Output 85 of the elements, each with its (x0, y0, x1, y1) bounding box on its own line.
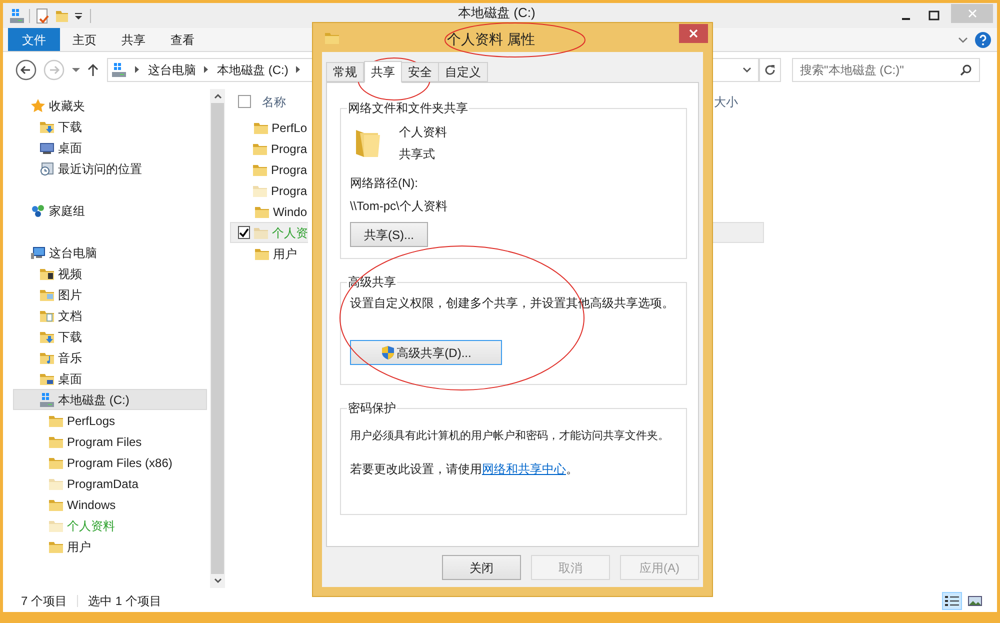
network-center-link[interactable]: 网络和共享中心 (482, 462, 566, 476)
tab[interactable]: 共享 (364, 61, 402, 83)
tab[interactable]: 自定义 (438, 62, 488, 82)
breadcrumb-item[interactable]: 本地磁盘 (C:) (217, 60, 288, 78)
drive-icon (9, 8, 25, 24)
dialog-button[interactable]: 关闭 (442, 555, 521, 580)
star-icon (30, 98, 46, 114)
close-button[interactable] (679, 24, 708, 43)
file-row[interactable]: Progra (230, 138, 308, 159)
nav-item[interactable]: 文档 (13, 305, 207, 326)
field-label: 网络路径(N): (350, 175, 419, 192)
drive-icon (39, 392, 55, 408)
column-header[interactable]: 名称 (262, 92, 286, 110)
nav-item[interactable]: 下载 (13, 326, 207, 347)
shield-icon (380, 345, 395, 360)
refresh-icon (764, 64, 776, 76)
tab[interactable]: 安全 (401, 62, 439, 82)
advanced-sharing-button[interactable]: 高级共享(D)... (350, 340, 502, 365)
dropdown-icon[interactable] (74, 12, 83, 20)
recent-places-icon (39, 160, 55, 176)
scroll-up-icon[interactable] (214, 93, 222, 99)
nav-item[interactable]: ProgramData (13, 473, 207, 494)
nav-item[interactable]: Program Files (x86) (13, 452, 207, 473)
dropdown-icon[interactable] (742, 66, 752, 74)
nav-item[interactable]: Program Files (13, 431, 207, 452)
nav-item[interactable]: 图片 (13, 284, 207, 305)
file-row[interactable]: 用户 (230, 243, 308, 264)
search-field[interactable]: 搜索"本地磁盘 (C:)" (792, 58, 980, 82)
nav-item[interactable]: 下载 (13, 116, 207, 137)
refresh-button[interactable] (759, 58, 781, 82)
network-path: \\Tom-pc\个人资料 (350, 198, 448, 215)
back-icon[interactable] (15, 58, 37, 80)
share-button[interactable]: 共享(S)... (350, 222, 428, 247)
checkbox[interactable] (238, 95, 251, 108)
file-row[interactable]: Windo (230, 201, 308, 222)
nav-item[interactable]: 桌面 (13, 137, 207, 158)
thumbnail-view-icon (968, 595, 982, 607)
folder-name: 个人资料 (399, 124, 447, 141)
nav-item[interactable]: 家庭组 (13, 200, 207, 221)
breadcrumb-arrow-icon[interactable] (296, 66, 302, 73)
file-row[interactable]: PerfLo (230, 117, 308, 138)
nav-item[interactable]: 收藏夹 (13, 95, 207, 116)
breadcrumb-arrow-icon[interactable] (135, 66, 140, 73)
computer-icon (30, 244, 46, 260)
nav-item[interactable]: 本地磁盘 (C:) (13, 389, 207, 410)
ribbon-tab[interactable]: 共享 (109, 28, 158, 51)
status-text: 选中 1 个项目 (88, 593, 162, 610)
close-icon (689, 29, 698, 38)
group-label: 网络文件和文件夹共享 (347, 100, 469, 117)
details-view-icon (945, 595, 959, 607)
nav-item[interactable]: 这台电脑 (13, 242, 207, 263)
search-icon[interactable] (960, 64, 972, 76)
ribbon-tab[interactable]: 查看 (158, 28, 207, 51)
nav-item[interactable]: 视频 (13, 263, 207, 284)
nav-item[interactable]: PerfLogs (13, 410, 207, 431)
ribbon-tab[interactable]: 主页 (60, 28, 109, 51)
up-arrow-icon[interactable] (87, 62, 99, 76)
help-icon[interactable] (975, 32, 991, 48)
description-text: 若要更改此设置，请使用网络和共享中心。 (350, 460, 579, 478)
tab[interactable]: 常规 (326, 62, 364, 82)
status-text: 7 个项目 (21, 593, 68, 610)
scroll-down-icon[interactable] (214, 578, 222, 584)
group-label: 密码保护 (347, 400, 397, 417)
close-icon (968, 9, 976, 18)
file-row[interactable]: Progra (230, 159, 308, 180)
breadcrumb-item[interactable]: 这台电脑 (148, 60, 196, 78)
scrollbar[interactable] (210, 89, 225, 588)
breadcrumb-arrow-icon[interactable] (204, 66, 209, 73)
nav-item[interactable]: 最近访问的位置 (13, 158, 207, 179)
properties-icon[interactable] (34, 8, 50, 24)
chevron-down-icon[interactable] (957, 34, 969, 44)
share-state: 共享式 (399, 146, 436, 163)
description-text: 用户必须具有此计算机的用户帐户和密码，才能访问共享文件夹。 (350, 428, 670, 444)
drive-icon (111, 62, 127, 78)
nav-item[interactable]: Windows (13, 494, 207, 515)
dialog-title: 个人资料 属性 (447, 30, 535, 49)
nav-item[interactable]: 用户 (13, 536, 207, 557)
file-row[interactable]: Progra (230, 180, 308, 201)
window-title: 本地磁盘 (C:) (458, 5, 536, 21)
nav-item[interactable]: 桌面 (13, 368, 207, 389)
homegroup-icon (30, 202, 46, 218)
column-header[interactable]: 大小 (714, 93, 738, 111)
view-button[interactable] (942, 592, 962, 610)
nav-item[interactable]: 音乐 (13, 347, 207, 368)
checkbox[interactable] (238, 226, 250, 239)
